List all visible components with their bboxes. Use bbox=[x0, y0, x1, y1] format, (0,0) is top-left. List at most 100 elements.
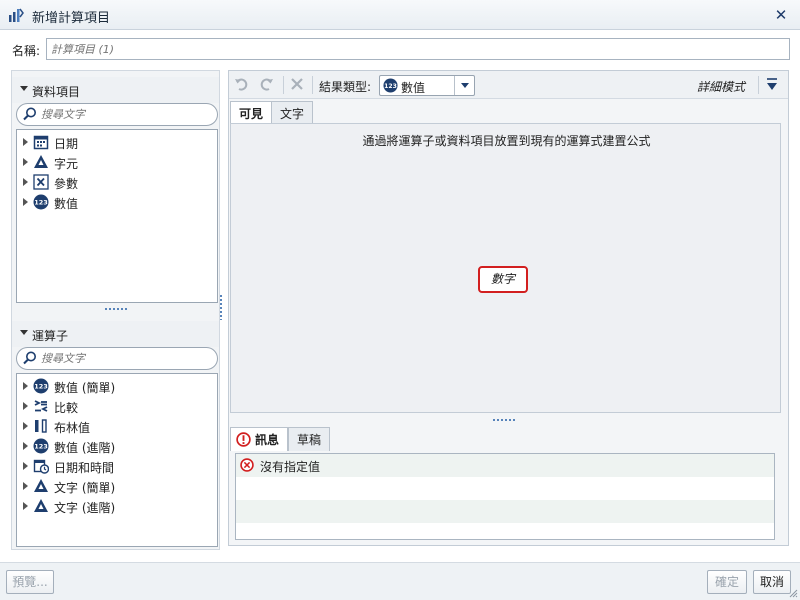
expand-arrow-icon[interactable] bbox=[23, 158, 28, 166]
data-items-search[interactable] bbox=[16, 103, 218, 126]
result-type-value: 數值 bbox=[401, 81, 426, 95]
tree-item-label: 數值 (簡單) bbox=[54, 381, 116, 395]
tree-item-label: 比較 bbox=[54, 401, 79, 415]
message-splitter-grip[interactable] bbox=[492, 418, 516, 422]
boolean-icon bbox=[35, 419, 47, 433]
overflow-menu-icon[interactable] bbox=[763, 76, 781, 94]
close-button[interactable]: ✕ bbox=[772, 6, 790, 24]
detail-mode-link[interactable]: 詳細模式 bbox=[697, 78, 745, 95]
delete-icon bbox=[291, 78, 303, 90]
expand-arrow-icon[interactable] bbox=[23, 462, 28, 470]
result-type-select[interactable]: 123 數值 bbox=[379, 75, 475, 96]
tree-item-label: 文字 (進階) bbox=[54, 501, 116, 515]
list-item[interactable]: 沒有指定值 bbox=[236, 454, 774, 477]
list-item bbox=[236, 477, 774, 500]
expression-canvas[interactable]: 通過將運算子或資料項目放置到現有的運算式建置公式 數字 bbox=[230, 123, 781, 413]
tree-item-label: 數值 bbox=[54, 197, 79, 211]
operators-header[interactable]: 運算子 bbox=[12, 321, 219, 347]
operators-title: 運算子 bbox=[32, 329, 69, 343]
messages-list: 沒有指定值 bbox=[235, 453, 775, 540]
tree-item-label: 日期和時間 bbox=[54, 461, 115, 475]
tree-item-parameter[interactable]: 參數 bbox=[17, 172, 217, 192]
message-text: 沒有指定值 bbox=[260, 460, 321, 474]
expand-arrow-icon[interactable] bbox=[23, 198, 28, 206]
tree-item-text-advanced[interactable]: 文字 (進階) bbox=[17, 496, 217, 516]
number-placeholder[interactable]: 數字 bbox=[478, 266, 528, 293]
tab-visual[interactable]: 可見 bbox=[230, 101, 273, 123]
data-items-tree: 日期 字元 參數 123 數值 bbox=[16, 129, 218, 303]
tree-item-numeric-advanced[interactable]: 123 數值 (進階) bbox=[17, 436, 217, 456]
expression-editor-panel: 結果類型: 123 數值 詳細模式 可見 文字 通過將運算子或資料項目放置到現有… bbox=[228, 70, 789, 546]
panel-splitter-grip[interactable] bbox=[219, 294, 223, 320]
canvas-hint: 通過將運算子或資料項目放置到現有的運算式建置公式 bbox=[362, 134, 651, 148]
collapse-icon bbox=[20, 86, 28, 91]
dialog-footer: 預覽... 確定 取消 bbox=[0, 562, 800, 600]
character-icon bbox=[34, 479, 48, 492]
tab-text[interactable]: 文字 bbox=[271, 101, 314, 123]
tree-item-boolean[interactable]: 布林值 bbox=[17, 416, 217, 436]
redo-icon bbox=[260, 78, 273, 91]
calendar-icon bbox=[33, 135, 49, 150]
operators-search-input[interactable] bbox=[41, 350, 211, 367]
delete-button[interactable] bbox=[288, 76, 306, 94]
resize-grip-icon[interactable] bbox=[788, 588, 798, 598]
close-icon: ✕ bbox=[774, 6, 788, 24]
tree-item-character[interactable]: 字元 bbox=[17, 152, 217, 172]
tree-item-text-simple[interactable]: 文字 (簡單) bbox=[17, 476, 217, 496]
toolbar-separator bbox=[283, 76, 284, 94]
toolbar-separator bbox=[312, 76, 313, 94]
tree-item-label: 文字 (簡單) bbox=[54, 481, 116, 495]
expand-arrow-icon[interactable] bbox=[23, 402, 28, 410]
character-icon bbox=[34, 155, 48, 168]
chevron-down-icon[interactable] bbox=[454, 76, 474, 95]
svg-text:123: 123 bbox=[384, 83, 397, 90]
tree-item-datetime[interactable]: 日期和時間 bbox=[17, 456, 217, 476]
svg-text:123: 123 bbox=[34, 383, 48, 391]
tree-item-date[interactable]: 日期 bbox=[17, 132, 217, 152]
editor-toolbar: 結果類型: 123 數值 詳細模式 bbox=[229, 71, 788, 99]
cancel-button[interactable]: 取消 bbox=[753, 570, 791, 594]
svg-text:123: 123 bbox=[34, 443, 48, 451]
search-icon bbox=[23, 351, 36, 365]
ok-button[interactable]: 確定 bbox=[707, 570, 747, 594]
expand-arrow-icon[interactable] bbox=[23, 178, 28, 186]
name-input[interactable] bbox=[46, 38, 790, 60]
tab-messages[interactable]: 訊息 bbox=[230, 427, 288, 451]
toolbar-separator bbox=[758, 76, 759, 94]
numeric-icon: 123 bbox=[33, 378, 49, 394]
section-splitter-grip[interactable] bbox=[104, 307, 128, 311]
expand-arrow-icon[interactable] bbox=[23, 382, 28, 390]
name-label: 名稱: bbox=[12, 44, 41, 58]
data-items-search-input[interactable] bbox=[41, 106, 211, 123]
numeric-icon: 123 bbox=[383, 78, 398, 93]
error-icon bbox=[236, 432, 251, 447]
tab-messages-label: 訊息 bbox=[255, 433, 280, 447]
tree-item-label: 參數 bbox=[54, 177, 79, 191]
tree-item-numeric[interactable]: 123 數值 bbox=[17, 192, 217, 212]
search-icon bbox=[23, 107, 36, 121]
tab-draft[interactable]: 草稿 bbox=[288, 427, 331, 451]
data-items-header[interactable]: 資料項目 bbox=[12, 77, 219, 103]
operators-search[interactable] bbox=[16, 347, 218, 370]
character-icon bbox=[34, 499, 48, 512]
datetime-icon bbox=[33, 459, 49, 474]
collapse-icon bbox=[20, 330, 28, 335]
undo-icon bbox=[235, 78, 248, 91]
title-bar: 新增計算項目 ✕ bbox=[0, 0, 800, 30]
app-logo-icon bbox=[9, 8, 24, 22]
error-x-icon bbox=[240, 458, 254, 472]
operators-tree: 123 數值 (簡單) 比較 布林值 123 數值 (進階) 日期和時間 文字 … bbox=[16, 373, 218, 547]
numeric-icon: 123 bbox=[33, 438, 49, 454]
expand-arrow-icon[interactable] bbox=[23, 442, 28, 450]
preview-button[interactable]: 預覽... bbox=[6, 570, 54, 594]
expand-arrow-icon[interactable] bbox=[23, 422, 28, 430]
expand-arrow-icon[interactable] bbox=[23, 502, 28, 510]
parameter-icon bbox=[33, 174, 49, 190]
tree-item-compare[interactable]: 比較 bbox=[17, 396, 217, 416]
undo-button[interactable] bbox=[233, 76, 251, 94]
svg-text:123: 123 bbox=[34, 199, 48, 207]
expand-arrow-icon[interactable] bbox=[23, 138, 28, 146]
redo-button[interactable] bbox=[257, 76, 275, 94]
tree-item-numeric-simple[interactable]: 123 數值 (簡單) bbox=[17, 376, 217, 396]
expand-arrow-icon[interactable] bbox=[23, 482, 28, 490]
